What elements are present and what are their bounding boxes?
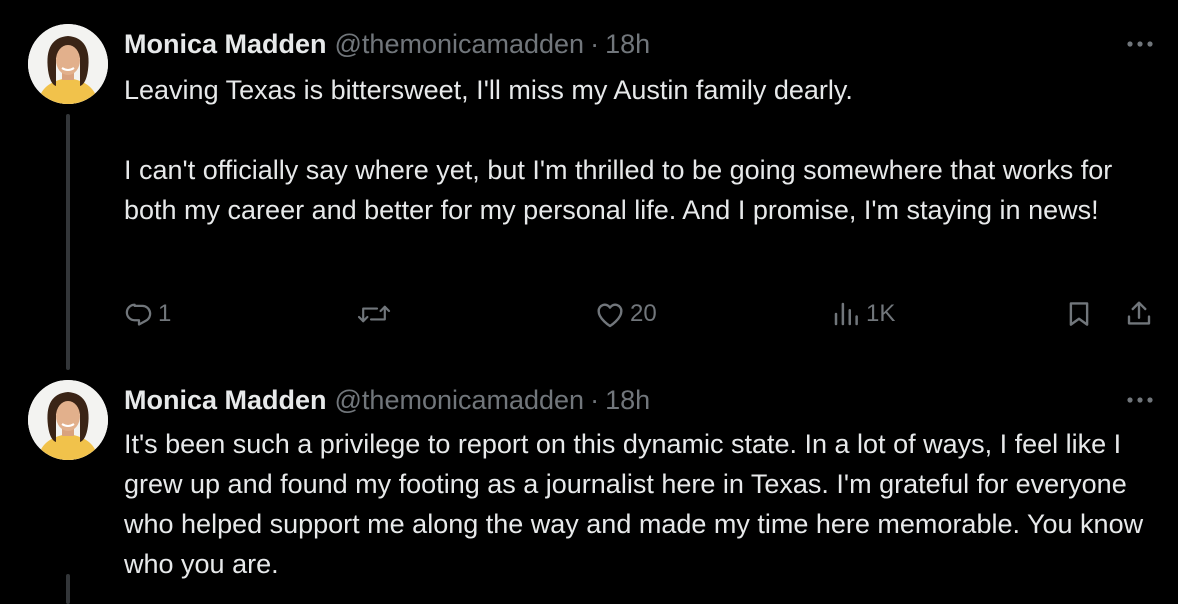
avatar-photo bbox=[28, 380, 108, 460]
thread-line bbox=[66, 574, 70, 604]
avatar[interactable] bbox=[28, 380, 108, 460]
views-button[interactable]: 1K bbox=[830, 292, 895, 336]
heart-icon bbox=[597, 303, 623, 328]
tweet[interactable]: Monica Madden @themonicamadden · 18h Lea… bbox=[0, 0, 1178, 380]
views-icon bbox=[834, 302, 858, 326]
bookmark-button[interactable] bbox=[1064, 292, 1094, 336]
display-name[interactable]: Monica Madden bbox=[124, 382, 327, 418]
more-horizontal-icon bbox=[1127, 41, 1153, 47]
tweet-text: Leaving Texas is bittersweet, I'll miss … bbox=[124, 70, 1154, 230]
tweet-actions: 1 20 1K bbox=[0, 292, 1178, 336]
tweet-text: It's been such a privilege to report on … bbox=[124, 424, 1154, 584]
more-options-button[interactable] bbox=[1118, 26, 1162, 62]
tweet-paragraph: It's been such a privilege to report on … bbox=[124, 429, 1144, 579]
like-count: 20 bbox=[630, 300, 657, 327]
more-horizontal-icon bbox=[1127, 397, 1153, 403]
like-button[interactable]: 20 bbox=[594, 292, 657, 336]
handle[interactable]: @themonicamadden bbox=[335, 382, 585, 418]
more-options-button[interactable] bbox=[1118, 382, 1162, 418]
tweet-paragraph: Leaving Texas is bittersweet, I'll miss … bbox=[124, 75, 853, 105]
separator-dot: · bbox=[590, 29, 600, 59]
views-count: 1K bbox=[866, 300, 896, 327]
avatar[interactable] bbox=[28, 24, 108, 104]
tweet-header: Monica Madden @themonicamadden · 18h bbox=[124, 26, 650, 62]
reply-button[interactable]: 1 bbox=[124, 292, 171, 336]
retweet-icon bbox=[357, 305, 391, 323]
tweet-paragraph: I can't officially say where yet, but I'… bbox=[124, 155, 1113, 225]
bookmark-icon bbox=[1069, 302, 1089, 326]
share-icon bbox=[1127, 301, 1151, 325]
separator-dot: · bbox=[590, 385, 600, 415]
tweet-header: Monica Madden @themonicamadden · 18h bbox=[124, 382, 650, 418]
avatar-photo bbox=[28, 24, 108, 104]
handle[interactable]: @themonicamadden bbox=[335, 26, 585, 62]
share-button[interactable] bbox=[1124, 292, 1154, 336]
reply-count: 1 bbox=[158, 300, 172, 327]
timestamp[interactable]: 18h bbox=[605, 382, 650, 418]
reply-icon bbox=[125, 303, 152, 326]
tweet[interactable]: Monica Madden @themonicamadden · 18h It'… bbox=[0, 380, 1178, 604]
retweet-button[interactable] bbox=[356, 292, 396, 336]
display-name[interactable]: Monica Madden bbox=[124, 26, 327, 62]
timestamp[interactable]: 18h bbox=[605, 26, 650, 62]
